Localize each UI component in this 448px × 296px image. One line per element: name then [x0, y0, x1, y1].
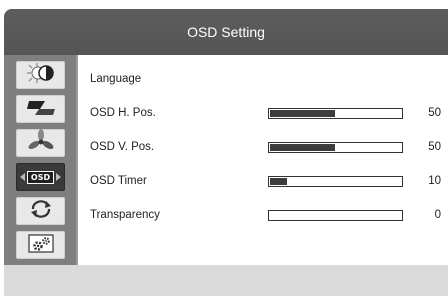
- sidebar-item-osd[interactable]: OSD: [16, 163, 65, 191]
- osd-h-pos-fill: [270, 110, 335, 117]
- color-fan-icon: [28, 128, 54, 158]
- settings-panel: Language OSD H. Pos. 50 OSD V. Pos. 50 O…: [76, 55, 448, 265]
- osd-h-pos-bar[interactable]: [268, 108, 403, 119]
- osd-timer-bar[interactable]: [268, 176, 403, 187]
- osd-badge: OSD: [26, 170, 55, 184]
- settings-gears-icon: [26, 232, 56, 259]
- transparency-value: 0: [434, 209, 441, 221]
- osd-window: OSD Setting OSD Language OSD H. Pos. 50 …: [4, 9, 448, 296]
- osd-footer: [4, 265, 448, 296]
- osd-v-pos-bar[interactable]: [268, 142, 403, 153]
- osd-v-pos-value: 50: [428, 141, 441, 153]
- sidebar-item-settings[interactable]: [16, 231, 65, 259]
- brightness-contrast-icon: [24, 62, 58, 89]
- osd-icon: OSD: [19, 170, 62, 184]
- osd-timer-value: 10: [428, 175, 441, 187]
- language-label[interactable]: Language: [90, 71, 141, 87]
- osd-h-pos-label[interactable]: OSD H. Pos.: [90, 105, 156, 121]
- transparency-bar[interactable]: [268, 210, 403, 221]
- sidebar: OSD: [4, 55, 76, 265]
- sidebar-item-brightness[interactable]: [16, 61, 65, 89]
- osd-timer-fill: [270, 178, 287, 185]
- image-position-icon: [25, 97, 57, 122]
- sidebar-item-reset[interactable]: [16, 197, 65, 225]
- osd-title: OSD Setting: [4, 9, 448, 55]
- osd-timer-label[interactable]: OSD Timer: [90, 173, 147, 189]
- sidebar-item-color[interactable]: [16, 128, 65, 158]
- osd-v-pos-label[interactable]: OSD V. Pos.: [90, 139, 154, 155]
- osd-v-pos-fill: [270, 144, 335, 151]
- reset-arrows-icon: [28, 199, 54, 224]
- sidebar-item-image[interactable]: [16, 95, 65, 123]
- transparency-label[interactable]: Transparency: [90, 207, 160, 223]
- osd-h-pos-value: 50: [428, 107, 441, 119]
